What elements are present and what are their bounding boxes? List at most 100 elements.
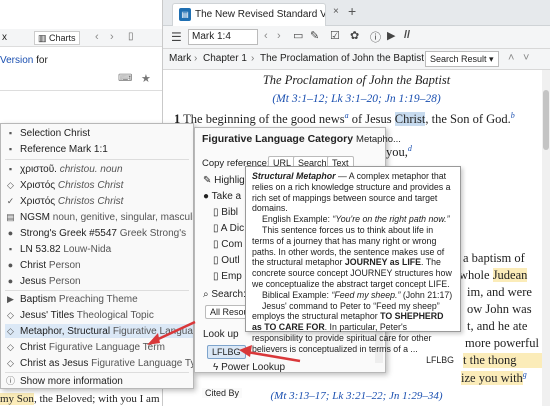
forward-icon[interactable]: › [110, 31, 114, 43]
context-menu: ▪ Selection Christ ▪ Reference Mark 1:1 ▪ χ… [0, 123, 194, 389]
menu-item-louw-nida[interactable]: ▪ LN 53.82 Louw-Nida [5, 242, 193, 256]
tooltip-biblical-explanation: Jesus' command to Peter to “Feed my shee… [252, 300, 444, 354]
verse-line: whole Judean [459, 268, 528, 282]
theme-icon: ▶ [7, 294, 14, 304]
verse-line: t, and he ate [467, 319, 528, 333]
search-result-dropdown[interactable]: Search Result ▾ [425, 51, 499, 67]
breadcrumb: Mark › Chapter 1 › The Proclamation of J… [163, 49, 550, 70]
section-heading: The Proclamation of John the Baptist [262, 73, 451, 87]
highlight-icon[interactable]: ✎ [310, 29, 319, 42]
panel-icon[interactable]: ▭ [293, 29, 303, 42]
scrollbar[interactable] [542, 70, 550, 406]
verse-line: more powerful [465, 336, 539, 350]
tooltip-english-example: English Example: “You're on the right pa… [262, 214, 450, 225]
sub-item[interactable]: ▯ Com [213, 238, 242, 252]
take-a-item[interactable]: ● Take a [203, 190, 241, 204]
menu-icon[interactable]: ☰ [171, 30, 182, 44]
parallel-refs[interactable]: (Mt 3:1–12; Lk 3:1–20; Jn 1:19–28) [163, 93, 550, 105]
sub-item[interactable]: ▯ Emp [213, 270, 242, 284]
version-line: Version for [0, 55, 48, 66]
menu-item-baptism[interactable]: ▶ Baptism Preaching Theme [5, 292, 193, 306]
strongs-icon: ● [7, 228, 14, 238]
breadcrumb-book[interactable]: Mark [169, 53, 191, 64]
parallel-icon[interactable]: // [404, 29, 410, 41]
reference-box[interactable]: Mark 1:4 [188, 29, 258, 45]
close-icon[interactable]: x [2, 32, 7, 43]
person-icon: ● [7, 260, 14, 270]
take-icon: ● [203, 191, 210, 202]
visual-filter-icon[interactable]: ✿ [350, 29, 359, 42]
tab-close-icon[interactable]: × [333, 6, 339, 17]
figurative-icon: ◇ [7, 358, 14, 368]
lflbg-button[interactable]: LFLBG [207, 345, 246, 359]
menu-item-jesus-titles[interactable]: ◇ Jesus' Titles Theological Topic [5, 308, 193, 322]
checkbox-icon[interactable]: ☑ [330, 29, 340, 42]
down-icon[interactable]: ˅ [523, 52, 529, 64]
word-icon: ▪ [8, 164, 13, 174]
morphology-icon: ▤ [6, 212, 15, 222]
root-icon: ✓ [6, 196, 15, 206]
tooltip-biblical-example: Biblical Example: “Feed my sheep.” (John… [262, 289, 453, 300]
show-more-button[interactable]: ⓘ Show more information [5, 374, 193, 388]
sub-item[interactable]: ▯ Bibl [213, 206, 238, 220]
chevron-down-icon: ▾ [489, 54, 494, 64]
menu-item-selection[interactable]: ▪ Selection Christ [5, 126, 193, 140]
tab-strip: ▤ The New Revised Standard Version × + [163, 0, 550, 26]
verse-line: ize you withg [461, 370, 527, 386]
breadcrumb-chapter[interactable]: Chapter 1 [203, 53, 247, 64]
book-icon: ▤ [179, 8, 191, 21]
star-icon[interactable]: ★ [141, 72, 151, 85]
keyboard-icon[interactable]: ⌨ [118, 73, 132, 84]
flyout-title: Figurative Language Category Metapho... [202, 133, 401, 145]
selection-icon: ▪ [8, 128, 13, 138]
sub-item[interactable]: ▯ A Dic [213, 222, 244, 236]
louw-nida-icon: ▪ [8, 244, 13, 254]
left-bottom-verse: my Son, the Beloved; with you I am well [0, 393, 162, 405]
left-toolbar: x ▥ Charts ‹ › ▯ [0, 29, 162, 47]
verse-1: 1 The beginning of the good newsa of Jes… [174, 111, 515, 127]
person-icon: ● [7, 276, 14, 286]
doc-icon: ▯ [213, 255, 219, 266]
lookup-label: Look up [203, 329, 239, 340]
search-icon: ⌕ [203, 289, 209, 300]
highlight-item[interactable]: ✎ Highlig [203, 174, 245, 188]
verse-line: t the thong [463, 353, 547, 368]
info-icon[interactable]: ⓘ [370, 29, 381, 45]
selected-word[interactable]: Christ [394, 112, 426, 127]
doc-icon: ▯ [213, 207, 219, 218]
back-icon[interactable]: ‹ [95, 31, 99, 43]
menu-item-christ-as-jesus[interactable]: ◇Christ as Jesus Figurative Language Typ… [5, 356, 193, 370]
menu-item-lemma[interactable]: ◇ Χριστός Christos Christ [5, 178, 193, 192]
verse-line: a baptism of [463, 251, 525, 265]
up-icon[interactable]: ˄ [508, 52, 514, 64]
menu-item-jesus-person[interactable]: ● Jesus Person [5, 274, 193, 288]
new-tab-button[interactable]: + [348, 3, 356, 19]
search-item[interactable]: ⌕ Search: [203, 288, 246, 302]
scrollbar-thumb[interactable] [543, 90, 549, 150]
menu-item-metaphor-structural[interactable]: ◇Metaphor, Structural Figurative Languag… [5, 324, 193, 338]
tooltip-explanation: This sentence forces us to think about l… [252, 224, 452, 289]
tab-nrsv[interactable]: ▤ The New Revised Standard Version [172, 3, 326, 26]
sub-item[interactable]: ▯ Outl [213, 254, 240, 268]
forward-icon[interactable]: › [277, 30, 281, 42]
menu-item-christ-person[interactable]: ● Christ Person [5, 258, 193, 272]
play-icon[interactable]: ▶ [387, 29, 395, 42]
tooltip-definition: Structural Metaphor — A complex metaphor… [252, 171, 451, 214]
bookmark-icon[interactable]: ▯ [128, 31, 134, 42]
menu-item-word[interactable]: ▪ χριστοῦ. christou. noun [5, 162, 193, 176]
doc-icon: ▯ [213, 271, 219, 282]
charts-button[interactable]: ▥ Charts [34, 31, 80, 45]
back-icon[interactable]: ‹ [264, 30, 268, 42]
menu-item-reference[interactable]: ▪ Reference Mark 1:1 [5, 142, 193, 156]
menu-item-christ-term[interactable]: ◇ Christ Figurative Language Term [5, 340, 193, 354]
divider [5, 159, 189, 160]
menu-item-strongs[interactable]: ● Strong's Greek #5547 Greek Strong's [5, 226, 193, 240]
lemma-icon: ◇ [7, 180, 14, 190]
menu-item-morphology[interactable]: ▤ NGSM noun, genitive, singular, masculin… [5, 210, 193, 224]
breadcrumb-section[interactable]: The Proclamation of John the Baptist [260, 53, 424, 64]
figurative-icon: ◇ [7, 326, 14, 336]
version-link[interactable]: Version [0, 55, 33, 66]
cited-by-item[interactable]: Cited By [202, 388, 243, 398]
menu-item-root[interactable]: ✓ Χριστός Christos Christ [5, 194, 193, 208]
info-icon: ⓘ [5, 376, 15, 386]
